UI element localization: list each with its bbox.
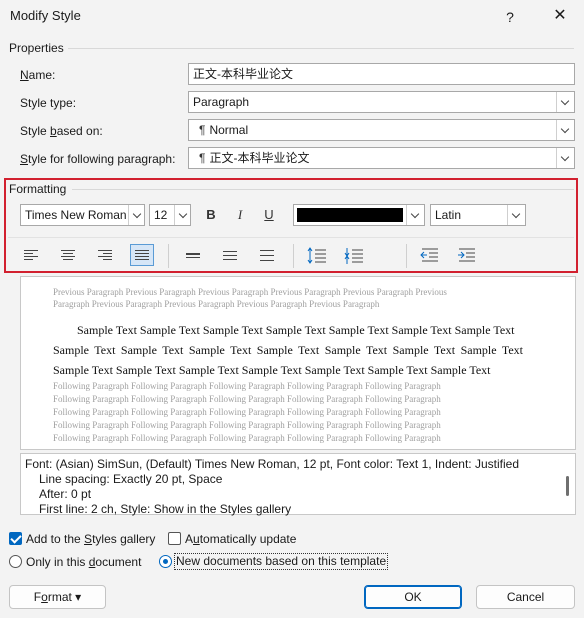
font-color-dropdown[interactable] xyxy=(293,204,425,226)
cancel-button[interactable]: Cancel xyxy=(476,585,575,609)
style-type-label: Style type: xyxy=(20,96,77,110)
align-right-button[interactable] xyxy=(93,245,117,267)
formatting-heading: Formatting xyxy=(9,182,67,196)
new-documents-label[interactable]: New documents based on this template xyxy=(174,553,389,570)
sample-text-line: Sample Text Sample Text Sample Text Samp… xyxy=(53,363,491,377)
close-button[interactable]: ✕ xyxy=(546,4,574,28)
following-paragraph-text: Following Paragraph Following Paragraph … xyxy=(53,407,441,417)
name-input[interactable]: 正文-本科毕业论文 xyxy=(188,63,575,85)
toolbar-separator xyxy=(406,244,407,268)
caret-down-icon: ▾ xyxy=(75,590,82,604)
previous-paragraph-text: Previous Paragraph Previous Paragraph Pr… xyxy=(53,287,447,309)
increase-indent-button[interactable] xyxy=(456,245,478,267)
style-type-dropdown[interactable]: Paragraph xyxy=(188,91,575,113)
toolbar-separator xyxy=(168,244,169,268)
help-button[interactable]: ? xyxy=(498,6,522,28)
script-dropdown[interactable]: Latin xyxy=(430,204,526,226)
formatting-divider xyxy=(72,189,574,190)
decrease-indent-button[interactable] xyxy=(419,245,441,267)
align-left-icon xyxy=(24,250,38,260)
properties-heading: Properties xyxy=(9,41,64,55)
decrease-indent-icon xyxy=(420,248,438,262)
sample-text-line: Sample Text Sample Text Sample Text Samp… xyxy=(53,343,523,357)
following-paragraph-text: Following Paragraph Following Paragraph … xyxy=(53,420,441,430)
font-size-dropdown[interactable]: 12 xyxy=(149,204,191,226)
new-documents-radio[interactable] xyxy=(159,555,172,568)
align-right-icon xyxy=(98,250,112,260)
single-spacing-button[interactable] xyxy=(181,245,205,267)
properties-divider xyxy=(68,48,574,49)
double-spacing-button[interactable] xyxy=(255,245,279,267)
chevron-down-icon xyxy=(556,92,574,112)
toolbar-separator xyxy=(293,244,294,268)
align-center-icon xyxy=(61,250,75,260)
following-paragraph-text: Following Paragraph Following Paragraph … xyxy=(53,433,441,443)
style-description: Font: (Asian) SimSun, (Default) Times Ne… xyxy=(20,453,576,516)
sample-text-line: Sample Text Sample Text Sample Text Samp… xyxy=(77,323,515,337)
double-spacing-icon xyxy=(260,250,274,261)
description-scrollbar[interactable] xyxy=(563,456,573,512)
align-center-button[interactable] xyxy=(56,245,80,267)
ok-button[interactable]: OK xyxy=(364,585,462,609)
one-half-spacing-icon xyxy=(223,250,237,260)
chevron-down-icon xyxy=(406,205,424,225)
increase-indent-icon xyxy=(458,248,475,262)
paragraph-mark-icon: ¶ xyxy=(199,123,206,137)
justify-button[interactable] xyxy=(130,244,154,266)
bold-button[interactable]: B xyxy=(200,204,222,226)
align-left-button[interactable] xyxy=(19,245,43,267)
following-style-label: Style for following paragraph: xyxy=(20,152,176,166)
title-bar: Modify Style ? ✕ xyxy=(0,0,584,34)
description-line: First line: 2 ch, Style: Show in the Sty… xyxy=(39,502,292,516)
following-paragraph-text: Following Paragraph Following Paragraph … xyxy=(53,381,441,391)
format-button[interactable]: Format ▾ xyxy=(9,585,106,609)
name-label: Name: xyxy=(20,68,56,82)
following-style-dropdown[interactable]: ¶ 正文-本科毕业论文 xyxy=(188,147,575,169)
italic-button[interactable]: I xyxy=(229,204,251,226)
preview-pane: Previous Paragraph Previous Paragraph Pr… xyxy=(20,276,576,450)
chevron-down-icon xyxy=(128,205,144,225)
add-to-gallery-label[interactable]: Add to the Styles gallery xyxy=(26,532,155,546)
style-based-on-label: Style based on: xyxy=(20,124,103,138)
auto-update-label[interactable]: Automatically update xyxy=(185,532,296,546)
only-this-document-radio[interactable] xyxy=(9,555,22,568)
description-line: Font: (Asian) SimSun, (Default) Times Ne… xyxy=(25,457,519,471)
only-this-document-label[interactable]: Only in this document xyxy=(26,555,141,569)
chevron-down-icon xyxy=(556,148,574,168)
scrollbar-thumb[interactable] xyxy=(566,476,569,496)
description-line: Line spacing: Exactly 20 pt, Space xyxy=(39,472,223,486)
font-color-swatch xyxy=(297,208,403,222)
add-to-gallery-checkbox[interactable] xyxy=(9,532,22,545)
description-line: After: 0 pt xyxy=(39,487,92,501)
single-spacing-icon xyxy=(186,250,200,260)
style-based-on-dropdown[interactable]: ¶ Normal xyxy=(188,119,575,141)
chevron-down-icon xyxy=(507,205,525,225)
following-paragraph-text: Following Paragraph Following Paragraph … xyxy=(53,394,441,404)
space-before-icon xyxy=(307,247,326,264)
one-half-spacing-button[interactable] xyxy=(218,245,242,267)
underline-button[interactable]: U xyxy=(258,204,280,226)
chevron-down-icon xyxy=(556,120,574,140)
chevron-down-icon xyxy=(174,205,190,225)
toolbar-divider xyxy=(8,237,574,238)
justify-icon xyxy=(135,250,149,260)
dialog-title: Modify Style xyxy=(10,8,81,23)
space-after-icon xyxy=(344,248,363,264)
paragraph-mark-icon: ¶ xyxy=(199,151,206,165)
space-after-button[interactable] xyxy=(343,245,365,267)
auto-update-checkbox[interactable] xyxy=(168,532,181,545)
space-before-button[interactable] xyxy=(306,245,328,267)
font-name-dropdown[interactable]: Times New Roman xyxy=(20,204,145,226)
